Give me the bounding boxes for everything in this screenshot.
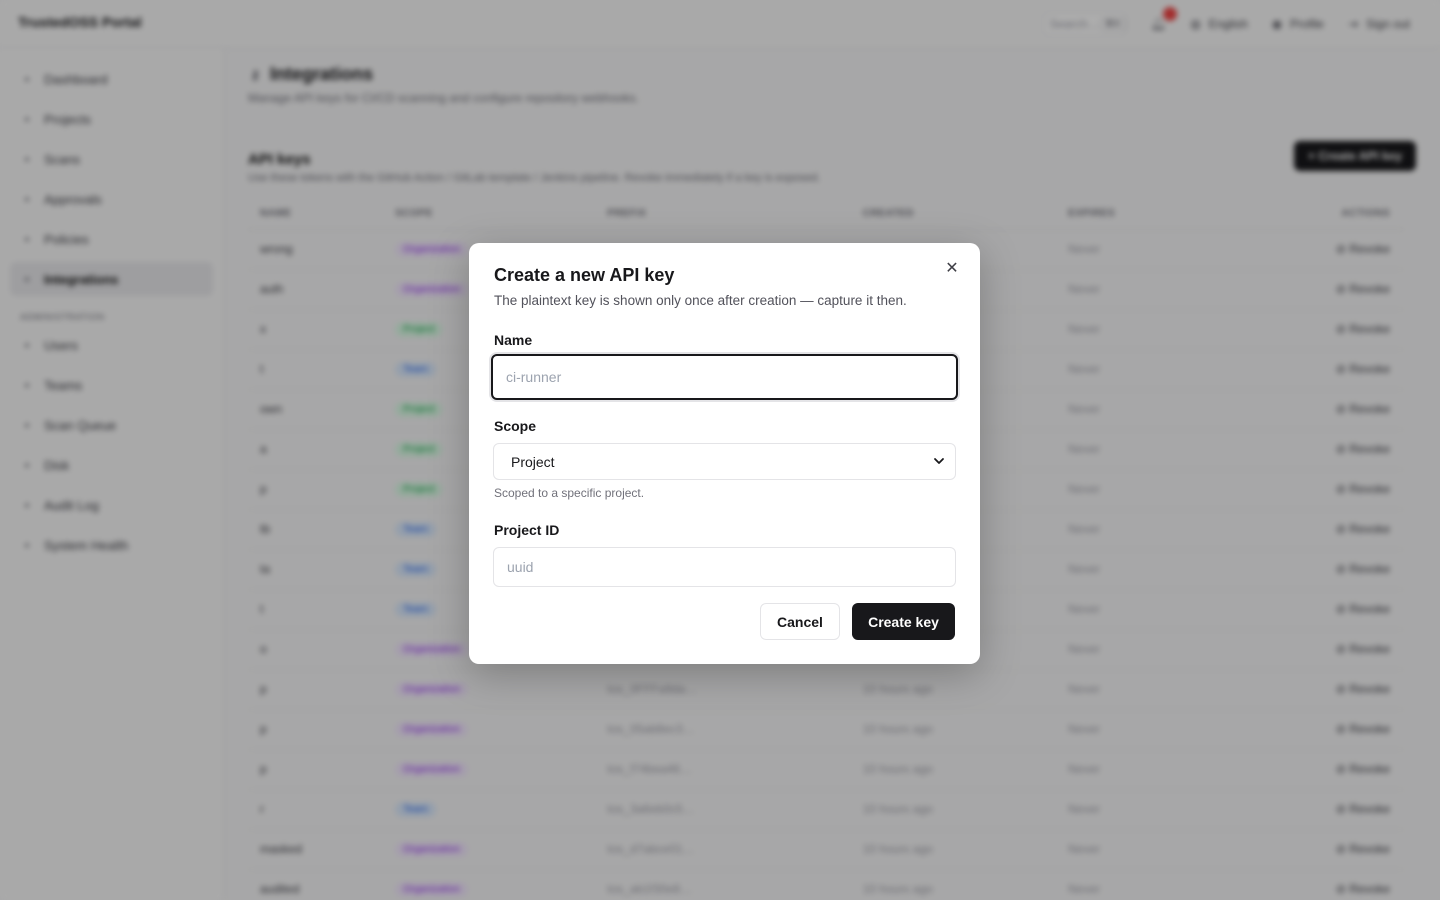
project-id-label: Project ID — [494, 522, 560, 538]
close-button[interactable]: ✕ — [942, 258, 962, 278]
cancel-button[interactable]: Cancel — [760, 603, 840, 640]
scope-selected-value: Project — [511, 453, 555, 470]
create-api-key-dialog: ✕ Create a new API key The plaintext key… — [469, 243, 980, 664]
close-icon: ✕ — [945, 260, 959, 277]
name-input[interactable] — [491, 354, 958, 400]
scope-label: Scope — [494, 418, 537, 434]
scope-hint: Scoped to a specific project. — [494, 486, 645, 500]
project-id-input[interactable] — [493, 547, 956, 587]
dialog-description: The plaintext key is shown only once aft… — [494, 293, 907, 308]
scope-select[interactable]: Project — [493, 443, 956, 480]
chevron-down-icon — [933, 454, 945, 470]
name-label: Name — [494, 332, 533, 348]
dialog-title: Create a new API key — [494, 265, 675, 285]
create-key-button[interactable]: Create key — [852, 603, 955, 640]
